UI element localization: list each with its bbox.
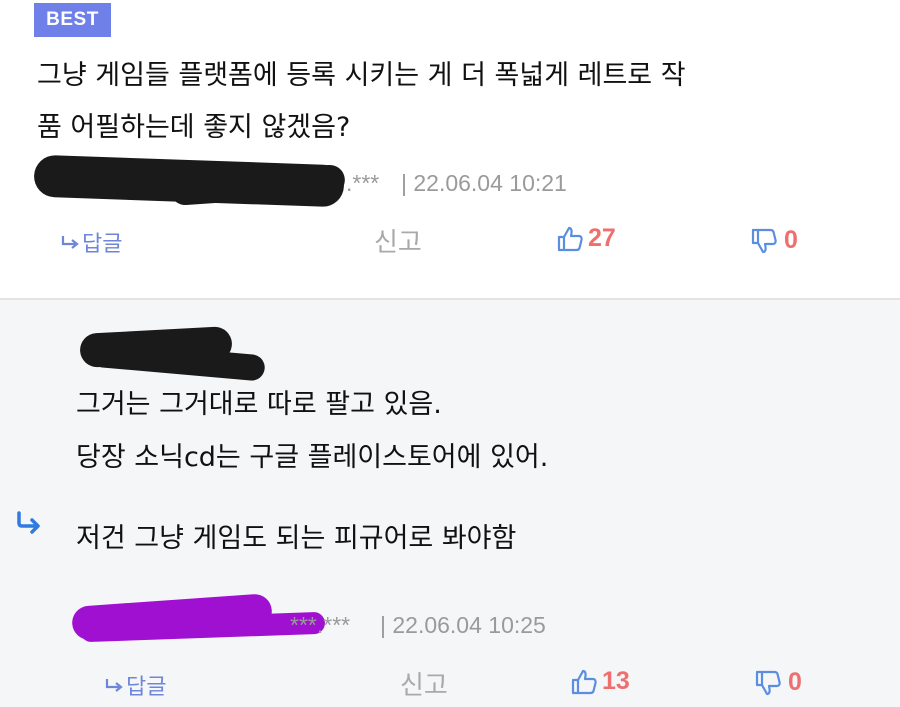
comment-line: 품 어필하는데 좋지 않겠음? [37,112,351,143]
comment-datetime: | 22.06.04 10:21 [401,170,567,196]
nested-reply-arrow-icon [14,510,44,540]
best-comment-text: 그냥 게임들 플랫폼에 등록 시키는 게 더 폭넓게 레트로 작 품 어필하는데… [37,50,877,154]
comment-line: 그거는 그거대로 따로 팔고 있음. [76,389,442,420]
dislike-count: 0 [784,226,798,254]
report-button[interactable]: 신고 [400,665,448,702]
best-comment: BEST 그냥 게임들 플랫폼에 등록 시키는 게 더 폭넓게 레트로 작 품 … [0,0,900,298]
dislike-button[interactable]: 0 [754,668,802,697]
reply-comment-text: 그거는 그거대로 따로 팔고 있음. 당장 소닉cd는 구글 플레이스토어에 있… [76,378,876,565]
dislike-count: 0 [788,668,802,696]
like-count: 27 [588,224,616,252]
like-button[interactable]: 27 [556,224,616,253]
thumbs-up-icon [557,226,583,251]
dislike-button[interactable]: 0 [750,226,798,255]
comment-datetime: | 22.06.04 10:25 [380,612,546,638]
ip-masked: .*** [346,170,380,196]
thumbs-up-icon [571,669,597,694]
comment-line: 저건 그냥 게임도 되는 피규어로 봐야함 [76,523,517,554]
like-button[interactable]: 13 [570,667,630,696]
thumbs-down-icon [755,670,781,695]
reply-arrow-icon [105,679,123,692]
comment-line: 그냥 게임들 플랫폼에 등록 시키는 게 더 폭넓게 레트로 작 [37,60,686,91]
report-button[interactable]: 신고 [374,222,422,259]
reply-label: 답글 [126,675,167,700]
reply-button[interactable]: 답글 [60,226,122,258]
reply-arrow-icon [61,236,79,249]
reply-label: 답글 [82,232,123,257]
like-count: 13 [602,667,630,695]
reply-button[interactable]: 답글 [104,669,166,701]
ip-masked: ***.*** [290,612,351,638]
best-badge: BEST [34,3,111,37]
comment-line: 당장 소닉cd는 구글 플레이스토어에 있어. [76,442,549,473]
thumbs-down-icon [751,228,777,253]
